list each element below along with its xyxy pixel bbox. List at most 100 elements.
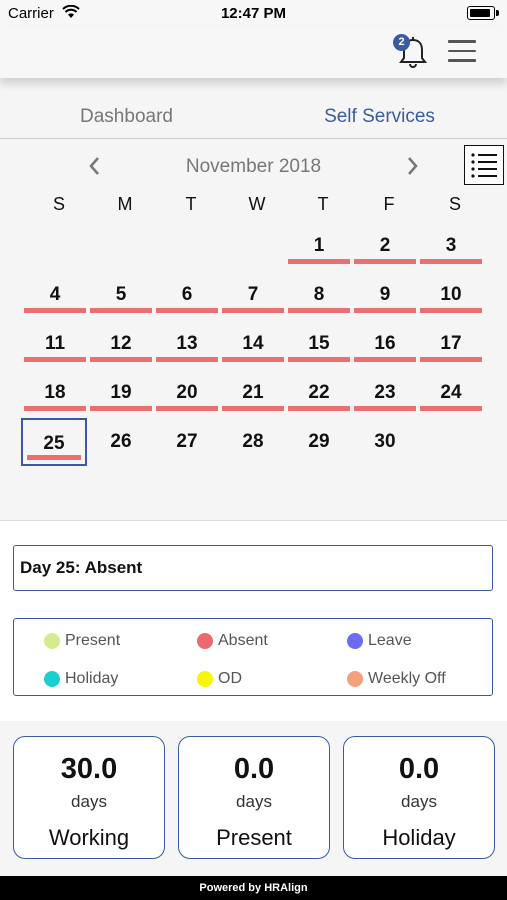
battery-icon <box>467 6 499 20</box>
working-days-card: 30.0 days Working <box>13 736 165 859</box>
day-number: 24 <box>440 382 462 403</box>
absent-marker <box>156 406 218 411</box>
day-number: 11 <box>44 333 66 354</box>
day-number: 22 <box>308 382 330 403</box>
day-number: 6 <box>181 284 193 305</box>
legend-label: Holiday <box>65 670 119 687</box>
calendar-day[interactable]: 9 <box>352 275 418 319</box>
day-number: 25 <box>43 433 65 454</box>
absent-marker <box>354 406 416 411</box>
status-bar: Carrier 12:47 PM <box>0 0 507 26</box>
card-unit: days <box>71 792 107 811</box>
hamburger-menu-icon[interactable] <box>448 40 476 64</box>
selected-day-status: Day 25: Absent <box>13 545 493 591</box>
calendar-day[interactable]: 6 <box>154 275 220 319</box>
calendar-day[interactable]: 11 <box>22 324 88 368</box>
powered-by-footer: Powered by HRAlign <box>0 876 507 900</box>
day-number: 21 <box>242 382 264 403</box>
calendar-day[interactable]: 7 <box>220 275 286 319</box>
legend-label: Absent <box>218 632 268 649</box>
legend-label: Present <box>65 632 121 649</box>
card-unit: days <box>401 792 437 811</box>
weekday-header: T <box>317 194 329 214</box>
legend-label: OD <box>218 670 242 687</box>
absent-marker <box>27 455 81 460</box>
holiday-days-card: 0.0 days Holiday <box>343 736 495 859</box>
calendar-day[interactable]: 19 <box>88 373 154 417</box>
weekday-header: F <box>383 194 395 214</box>
od-dot-icon <box>197 671 213 687</box>
weekly-off-dot-icon <box>347 671 363 687</box>
calendar-day[interactable]: 14 <box>220 324 286 368</box>
weekday-header: M <box>117 194 133 214</box>
calendar-day[interactable]: 1 <box>286 226 352 270</box>
calendar-day[interactable]: 2 <box>352 226 418 270</box>
absent-marker <box>222 357 284 362</box>
weekday-header: S <box>448 194 461 214</box>
absent-marker <box>90 357 152 362</box>
present-dot-icon <box>44 633 60 649</box>
calendar-day[interactable]: 29 <box>286 422 352 466</box>
calendar-day[interactable]: 12 <box>88 324 154 368</box>
calendar-day[interactable]: 13 <box>154 324 220 368</box>
absent-marker <box>90 406 152 411</box>
tab-dashboard[interactable]: Dashboard <box>0 106 253 128</box>
day-number: 23 <box>374 382 396 403</box>
card-label: Working <box>48 825 130 850</box>
absent-marker <box>222 406 284 411</box>
card-label: Holiday <box>382 825 456 850</box>
calendar-day[interactable]: 15 <box>286 324 352 368</box>
attendance-legend: Present Absent Leave Holiday OD Weekly O… <box>13 618 493 696</box>
calendar-day[interactable]: 28 <box>220 422 286 466</box>
month-title: November 2018 <box>185 156 322 177</box>
calendar-day[interactable]: 21 <box>220 373 286 417</box>
weekday-header: W <box>248 194 266 214</box>
calendar-day[interactable]: 8 <box>286 275 352 319</box>
absent-marker <box>156 357 218 362</box>
day-status-text: Day 25: Absent <box>20 558 143 577</box>
calendar-day[interactable]: 17 <box>418 324 484 368</box>
absent-marker <box>420 406 482 411</box>
day-number: 29 <box>308 431 330 452</box>
absent-marker <box>420 308 482 313</box>
absent-marker <box>354 308 416 313</box>
calendar-day[interactable]: 30 <box>352 422 418 466</box>
calendar-day[interactable]: 5 <box>88 275 154 319</box>
calendar-day[interactable]: 3 <box>418 226 484 270</box>
day-number: 7 <box>247 284 259 305</box>
calendar-day[interactable]: 22 <box>286 373 352 417</box>
card-label: Present <box>216 825 292 850</box>
calendar-header: November 2018 <box>0 150 507 184</box>
absent-marker <box>288 259 350 264</box>
calendar-day-selected[interactable]: 25 <box>21 418 87 466</box>
day-number: 17 <box>440 333 462 354</box>
calendar-day[interactable]: 20 <box>154 373 220 417</box>
day-number: 27 <box>176 431 198 452</box>
calendar-day[interactable]: 27 <box>154 422 220 466</box>
present-days-card: 0.0 days Present <box>178 736 330 859</box>
day-number: 30 <box>374 431 396 452</box>
absent-marker <box>420 259 482 264</box>
calendar-day[interactable]: 24 <box>418 373 484 417</box>
absent-marker <box>24 308 86 313</box>
list-view-icon[interactable] <box>464 145 504 185</box>
day-number: 2 <box>379 235 391 256</box>
calendar-day[interactable]: 18 <box>22 373 88 417</box>
tab-self-services[interactable]: Self Services <box>253 106 506 128</box>
tab-bar: Dashboard Self Services <box>0 96 507 139</box>
calendar-day[interactable]: 23 <box>352 373 418 417</box>
day-number: 12 <box>110 333 132 354</box>
day-number: 4 <box>49 284 61 305</box>
calendar-day[interactable]: 26 <box>88 422 154 466</box>
calendar-day[interactable]: 4 <box>22 275 88 319</box>
absent-marker <box>420 357 482 362</box>
day-number: 9 <box>379 284 391 305</box>
calendar-day[interactable]: 10 <box>418 275 484 319</box>
chevron-right-icon[interactable] <box>397 150 427 189</box>
calendar-day[interactable]: 16 <box>352 324 418 368</box>
card-value: 0.0 <box>233 753 275 785</box>
leave-dot-icon <box>347 633 363 649</box>
day-number: 3 <box>445 235 457 256</box>
absent-dot-icon <box>197 633 213 649</box>
menu-line <box>448 49 476 52</box>
